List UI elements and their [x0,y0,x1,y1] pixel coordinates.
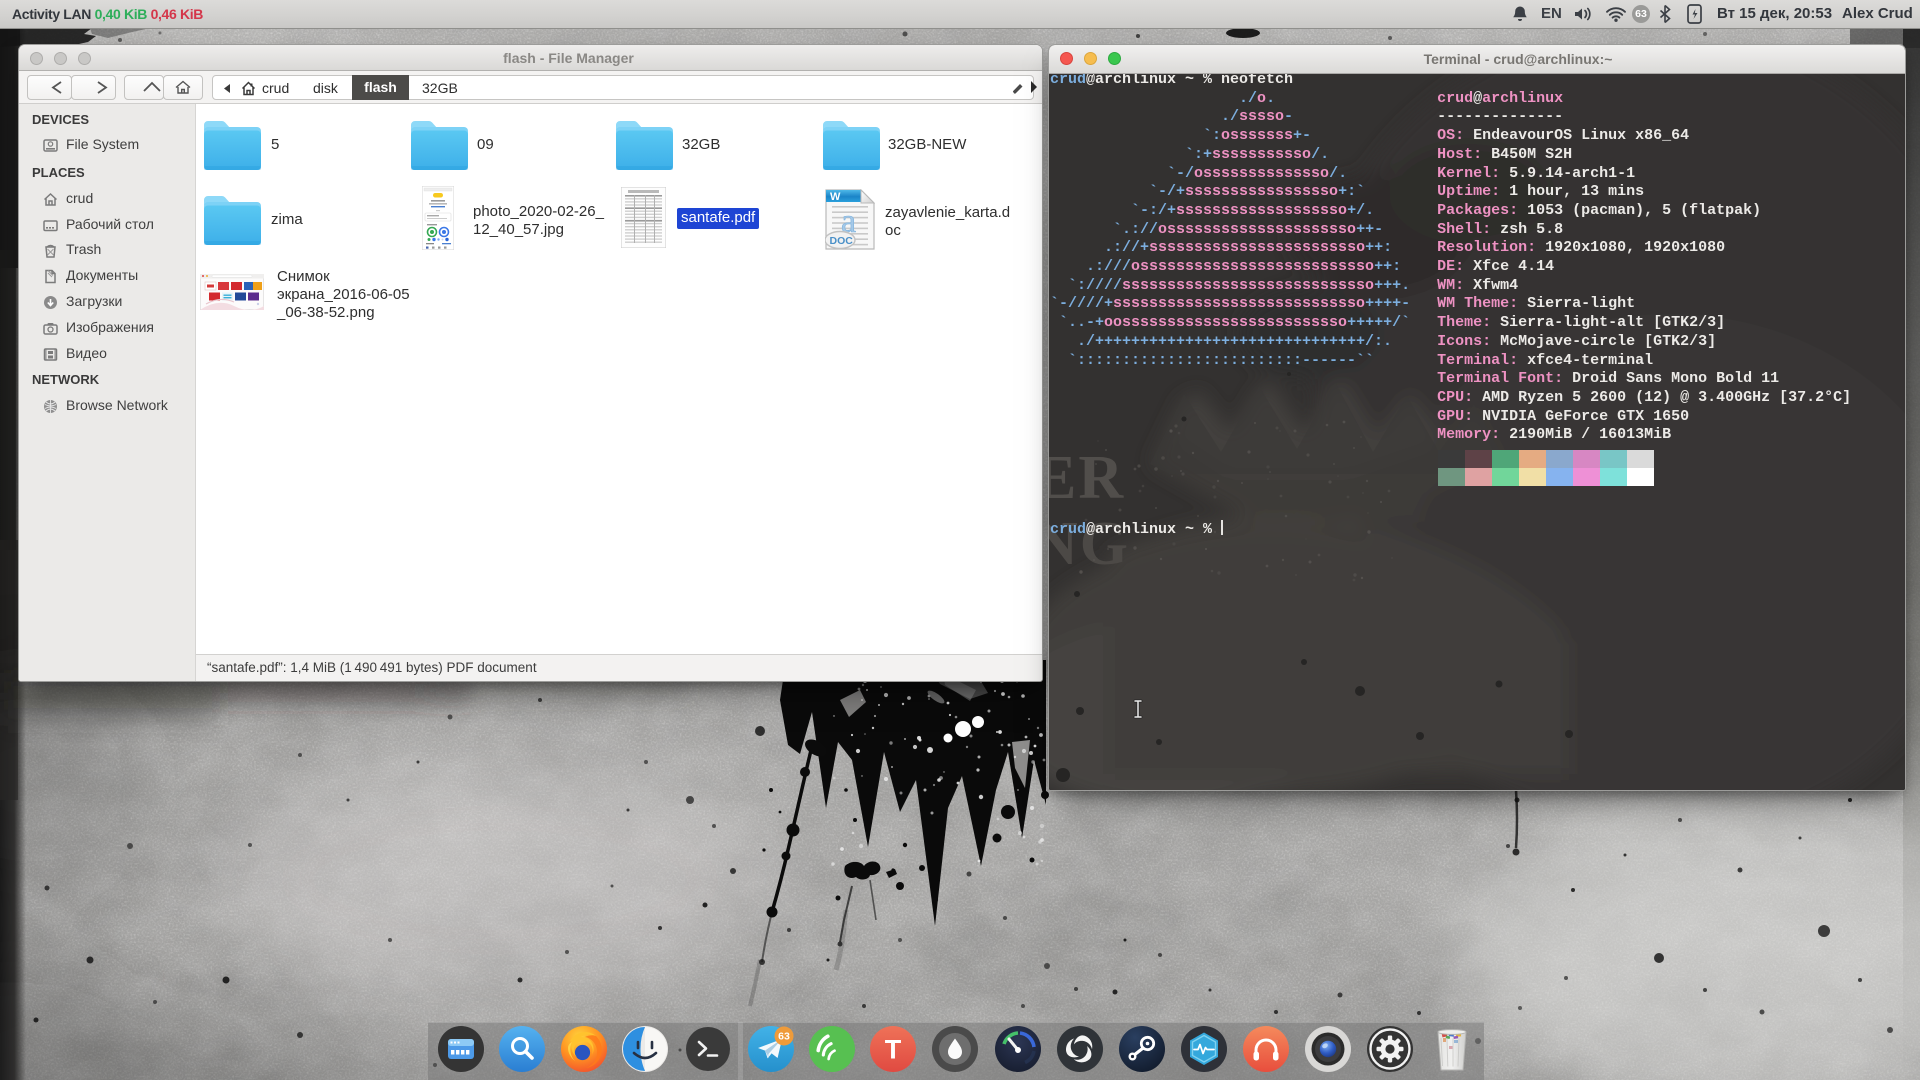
svg-text:63: 63 [778,1031,790,1043]
svg-text:T: T [885,1035,902,1065]
